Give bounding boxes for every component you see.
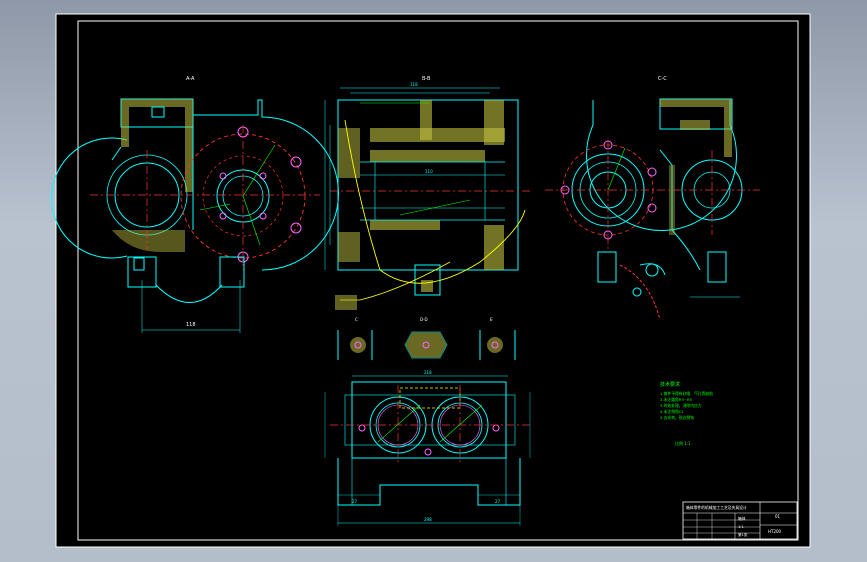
center-top-dim: 118 [410, 82, 418, 87]
title-block-sheet: 第1张 [738, 532, 748, 537]
notes-line-2: 2.未注圆角R3~R5 [660, 397, 693, 402]
title-block-title: 箱体零件的机械加工工艺及夹具设计 [686, 505, 747, 510]
title-block-scale: 1:1 [738, 525, 744, 529]
notes-line-4: 4.未注倒角C1 [660, 409, 684, 414]
notes-extra: 比例 1:1 [675, 440, 691, 446]
title-block-part-name: 箱体 [738, 516, 746, 521]
cad-viewport[interactable]: A-A 118 B-B 118 110 C-C C D-D E 218 27 2… [0, 0, 867, 562]
section-d-label: D-D [420, 317, 428, 322]
center-mid-dim: 110 [425, 169, 433, 174]
left-view-title: A-A [186, 76, 195, 82]
left-bottom-dim: 118 [186, 322, 196, 328]
section-c-label: C [355, 317, 358, 322]
plan-left-small-dim: 27 [352, 499, 358, 504]
notes-line-3: 3.时效处理，消除内应力 [660, 403, 702, 408]
plan-right-small-dim: 27 [495, 499, 501, 504]
right-view-title: C-C [658, 76, 667, 82]
notes-line-5: 5.去毛刺，锐边倒钝 [660, 415, 694, 420]
notes-line-1: 1.铸件不得有砂眼、气孔等缺陷 [660, 391, 713, 396]
center-view-title: B-B [422, 76, 431, 82]
title-block-material: HT200 [768, 529, 782, 534]
title-block-drawing-no: 01 [775, 514, 781, 519]
plan-bottom-dim: 298 [424, 517, 432, 522]
notes-title: 技术要求 [660, 381, 680, 388]
plan-top-dim: 218 [424, 370, 432, 375]
